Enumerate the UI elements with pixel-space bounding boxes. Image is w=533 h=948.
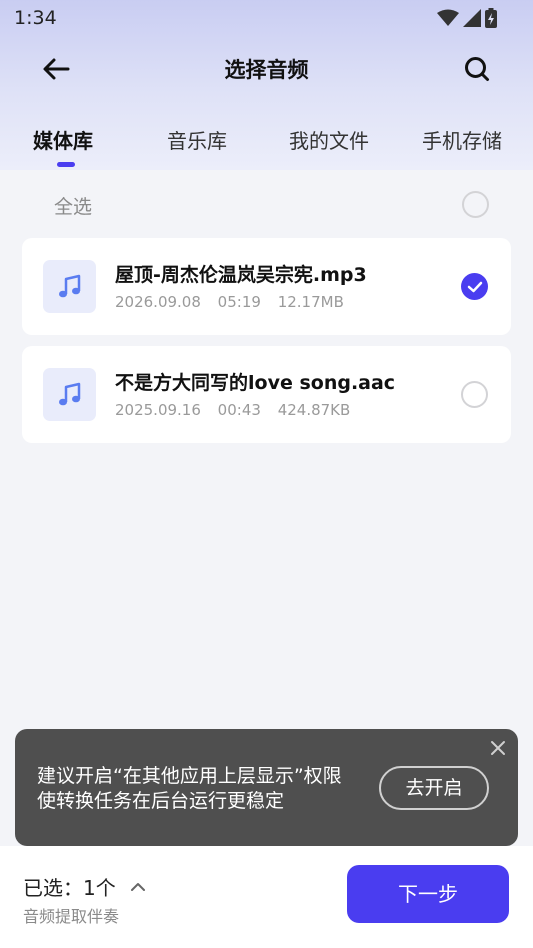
- tab-phone-storage[interactable]: 手机存储: [422, 125, 502, 154]
- file-size: 12.17MB: [277, 293, 344, 311]
- select-all-checkbox[interactable]: [462, 191, 489, 218]
- selected-count: 已选：1个: [23, 876, 116, 900]
- file-thumbnail: [43, 260, 96, 313]
- file-item[interactable]: 不是方大同写的love song.aac 2025.09.16 00:43 42…: [22, 346, 511, 443]
- music-note-icon: [58, 382, 80, 405]
- search-button[interactable]: [461, 54, 493, 84]
- app-header: 选择音频: [0, 44, 533, 94]
- chevron-up-icon: [130, 882, 146, 892]
- search-icon: [465, 57, 489, 81]
- file-date: 2025.09.16: [115, 401, 201, 419]
- file-name: 屋顶-周杰伦温岚吴宗宪.mp3: [115, 264, 367, 286]
- file-meta: 2025.09.16 00:43 424.87KB: [115, 401, 362, 419]
- tab-media-library[interactable]: 媒体库: [33, 125, 93, 154]
- battery-icon: [485, 8, 497, 28]
- select-all-label: 全选: [54, 196, 93, 218]
- file-duration: 05:19: [217, 293, 261, 311]
- file-duration: 00:43: [217, 401, 261, 419]
- tab-music-library[interactable]: 音乐库: [167, 125, 227, 154]
- music-note-icon: [58, 274, 80, 297]
- page-title: 选择音频: [224, 58, 309, 82]
- file-name: 不是方大同写的love song.aac: [115, 372, 396, 394]
- file-item[interactable]: 屋顶-周杰伦温岚吴宗宪.mp3 2026.09.08 05:19 12.17MB: [22, 238, 511, 335]
- tab-my-files[interactable]: 我的文件: [289, 125, 369, 154]
- bottom-bar: 已选：1个 音频提取伴奏 下一步: [0, 846, 533, 948]
- task-subtitle: 音频提取伴奏: [23, 907, 120, 926]
- select-all-row[interactable]: 全选: [0, 180, 533, 230]
- toast-close-button[interactable]: [488, 738, 508, 758]
- file-checkbox[interactable]: [461, 381, 488, 408]
- file-date: 2026.09.08: [115, 293, 201, 311]
- tab-bar: 媒体库 音乐库 我的文件 手机存储: [0, 120, 533, 170]
- selected-count-toggle[interactable]: 已选：1个: [23, 872, 146, 901]
- signal-icon: [463, 9, 481, 27]
- file-size: 424.87KB: [277, 401, 351, 419]
- enable-permission-button[interactable]: 去开启: [379, 766, 489, 810]
- close-icon: [491, 741, 505, 755]
- next-step-button[interactable]: 下一步: [347, 865, 509, 923]
- status-time: 1:34: [14, 7, 57, 29]
- toast-message: 建议开启“在其他应用上层显示”权限使转换任务在后台运行更稳定: [37, 765, 342, 812]
- active-tab-indicator: [57, 162, 75, 167]
- status-icons: [437, 8, 497, 28]
- check-icon: [467, 281, 482, 292]
- permission-toast: 建议开启“在其他应用上层显示”权限使转换任务在后台运行更稳定 去开启: [15, 729, 518, 846]
- wifi-icon: [437, 9, 459, 26]
- status-bar: 1:34: [0, 0, 533, 36]
- file-checkbox-checked[interactable]: [461, 273, 488, 300]
- file-meta: 2026.09.08 05:19 12.17MB: [115, 293, 356, 311]
- file-thumbnail: [43, 368, 96, 421]
